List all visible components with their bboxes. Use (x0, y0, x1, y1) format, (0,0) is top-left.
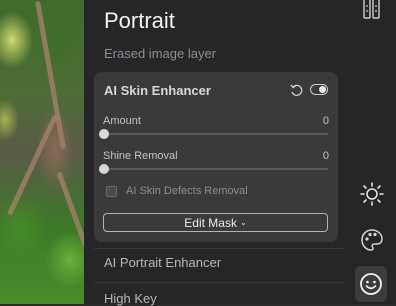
amount-slider[interactable] (104, 133, 328, 135)
amount-value: 0 (322, 115, 329, 127)
amount-label: Amount (103, 115, 141, 127)
section-divider (94, 248, 344, 249)
reset-icon[interactable] (289, 83, 303, 97)
canvas-detail (6, 114, 59, 216)
panel-title: Portrait (104, 8, 175, 33)
image-canvas[interactable] (0, 0, 89, 304)
skin-defects-checkbox[interactable] (106, 186, 117, 197)
portrait-enhancer-item[interactable]: AI Portrait Enhancer (104, 255, 221, 270)
skin-enhancer-title[interactable]: AI Skin Enhancer (104, 83, 211, 98)
portrait-face-icon[interactable] (359, 272, 383, 296)
shine-removal-slider[interactable] (104, 168, 328, 170)
layer-subtitle: Erased image layer (104, 46, 216, 61)
shine-removal-slider-thumb[interactable] (99, 164, 109, 174)
light-icon[interactable] (359, 181, 385, 207)
palette-icon[interactable] (360, 228, 384, 252)
shine-removal-label: Shine Removal (103, 150, 178, 162)
edit-mask-label: Edit Mask (184, 215, 237, 230)
section-divider (94, 282, 344, 283)
skin-defects-label[interactable]: AI Skin Defects Removal (126, 185, 248, 197)
toggle-knob (319, 86, 326, 93)
enable-toggle[interactable] (310, 84, 328, 95)
edit-mask-button[interactable]: Edit Mask ⌄ (103, 213, 328, 232)
tools-sidebar (344, 0, 396, 304)
ruler-icon[interactable] (361, 0, 383, 20)
chevron-down-icon: ⌄ (239, 218, 247, 227)
amount-slider-thumb[interactable] (99, 129, 109, 139)
shine-removal-value: 0 (322, 150, 329, 162)
